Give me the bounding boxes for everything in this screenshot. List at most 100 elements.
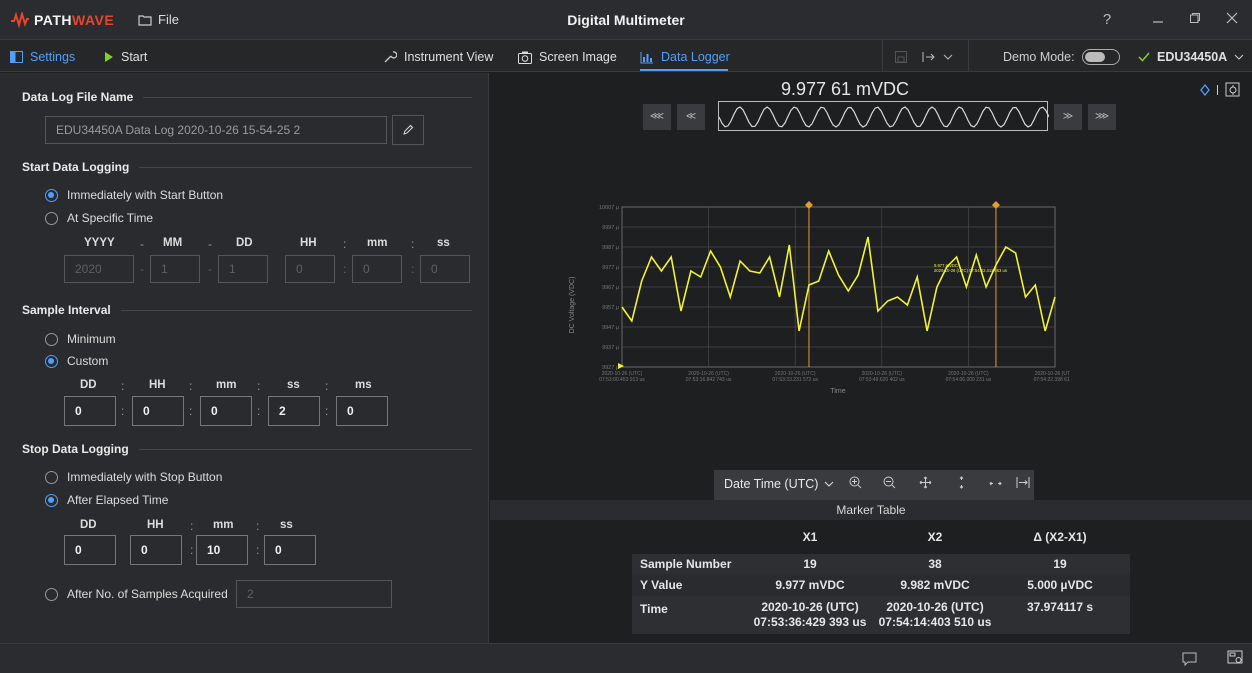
stop-seconds-header: ss [280,519,293,531]
stop-immediately-radio[interactable]: Immediately with Stop Button [45,470,222,484]
start-label: Start [121,50,148,64]
delta-sample-number: 19 [1053,557,1067,571]
separator: : [121,404,125,418]
horizontal-fit-button[interactable] [984,476,1006,494]
stop-minutes-header: mm [213,519,234,531]
radio-indicator [45,211,58,225]
interval-seconds-header: ss [287,379,300,391]
pan-button[interactable] [914,476,936,494]
chevron-down-icon [825,481,834,487]
overview-waveform [718,106,1050,128]
section-label: Data Log File Name [22,90,134,104]
start-second-field[interactable]: 0 [420,255,470,283]
instrument-view-tab[interactable]: Instrument View [383,48,493,66]
data-log-file-name-field[interactable]: EDU34450A Data Log 2020-10-26 15-54-25 2 [45,116,387,144]
marker-tools [1200,82,1240,97]
delta-y-value: 5.000 µVDC [1027,578,1093,592]
y-tick-label: 9937 μ [602,345,619,351]
stop-elapsed-time-radio[interactable]: After Elapsed Time [45,493,168,507]
demo-mode-control: Demo Mode: [1003,48,1120,66]
save-disabled-button[interactable] [895,48,907,66]
stop-samples-radio[interactable]: After No. of Samples Acquired [45,587,228,601]
radio-label: Minimum [67,332,116,346]
settings-label: Settings [30,50,76,64]
y-tick-label: 9957 μ [602,305,619,311]
data-logger-tab[interactable]: Data Logger [640,48,730,66]
start-button[interactable]: Start [104,48,147,66]
section-label: Sample Interval [22,303,111,317]
row-label: Sample Number [640,557,732,571]
start-immediately-radio[interactable]: Immediately with Start Button [45,188,223,202]
interval-ms-field[interactable]: 0 [336,396,388,426]
active-tab-indicator [640,69,728,71]
data-logger-label: Data Logger [661,50,730,64]
close-button[interactable] [1222,10,1242,30]
radio-label: After No. of Samples Acquired [67,587,228,601]
message-icon[interactable] [1182,652,1197,666]
step-forward-button[interactable]: ≫ [1054,104,1082,130]
interval-minimum-radio[interactable]: Minimum [45,332,116,346]
separator: - [140,262,144,276]
zoom-in-icon [849,476,861,489]
stop-seconds-field[interactable]: 0 [264,535,316,565]
start-minute-field[interactable]: 0 [352,255,402,283]
zoom-in-button[interactable] [844,476,866,494]
table-row: Y Value 9.977 mVDC 9.982 mVDC 5.000 µVDC [632,574,1130,596]
jump-to-end-button[interactable]: ⋙ [1088,104,1116,130]
vertical-fit-button[interactable] [950,476,972,494]
instrument-status-icon[interactable] [1227,650,1243,666]
step-back-button[interactable]: ≪ [677,104,705,130]
file-menu-label: File [158,12,179,27]
stop-hours-field[interactable]: 0 [130,535,182,565]
chart-zoom-toolbar: Date Time (UTC) [714,470,1034,500]
marker-diamond-icon[interactable] [1200,83,1210,96]
stop-days-field[interactable]: 0 [64,535,116,565]
save-icon [895,51,907,63]
screen-image-tab[interactable]: Screen Image [518,48,617,66]
maximize-button[interactable] [1185,10,1205,30]
logo-text-wave: WAVE [72,12,115,28]
autoscale-button[interactable] [1012,476,1034,494]
axis-mode-label: Date Time (UTC) [724,477,819,491]
stop-minutes-field[interactable]: 10 [196,535,248,565]
interval-minutes-field[interactable]: 0 [200,396,252,426]
row-label: Y Value [640,578,683,592]
x-axis-ticks: 2020-10-26 (UTC)07:53:00.453 913 us2020-… [599,371,1070,383]
interval-days-header: DD [80,379,97,391]
y-tick-label: 9967 μ [602,285,619,291]
marker-table-column-headers: X1 X2 Δ (X2-X1) [632,524,1130,550]
instrument-selector[interactable]: EDU34450A [1138,48,1244,66]
overview-strip[interactable] [718,101,1050,131]
jump-to-start-button[interactable]: ⋘ [643,104,671,130]
demo-mode-toggle[interactable] [1081,49,1120,65]
data-log-file-section-title: Data Log File Name [22,90,472,104]
radio-indicator [45,587,58,601]
folder-icon [138,14,152,26]
interval-seconds-field[interactable]: 2 [268,396,320,426]
zoom-out-button[interactable] [878,476,900,494]
chart-settings-icon[interactable] [1225,82,1240,97]
stop-samples-field[interactable]: 2 [236,580,392,608]
separator: : [343,262,347,276]
separator: : [121,379,125,393]
autoscale-icon [1016,477,1030,488]
minimize-button[interactable] [1148,10,1168,30]
file-menu[interactable]: File [138,12,179,27]
start-day-field[interactable]: 1 [218,255,268,283]
axis-mode-dropdown[interactable]: Date Time (UTC) [724,477,834,491]
x-tick-label: 07:53:33.231 572 us [772,377,818,383]
help-button[interactable]: ? [1097,10,1117,30]
settings-toggle-button[interactable]: Settings [10,48,75,66]
interval-custom-radio[interactable]: Custom [45,354,108,368]
interval-hours-field[interactable]: 0 [132,396,184,426]
edit-file-name-button[interactable] [392,115,424,145]
start-month-field[interactable]: 1 [150,255,200,283]
separator: : [189,404,193,418]
section-label: Stop Data Logging [22,442,129,456]
data-log-chart[interactable]: 10007 μ 9997 μ 9987 μ 9977 μ 9967 μ 9957 μ 994… [560,195,1070,400]
start-hour-field[interactable]: 0 [285,255,335,283]
export-dropdown-button[interactable] [922,48,953,66]
interval-days-field[interactable]: 0 [64,396,116,426]
start-specific-time-radio[interactable]: At Specific Time [45,211,153,225]
start-year-field[interactable]: 2020 [64,255,134,283]
